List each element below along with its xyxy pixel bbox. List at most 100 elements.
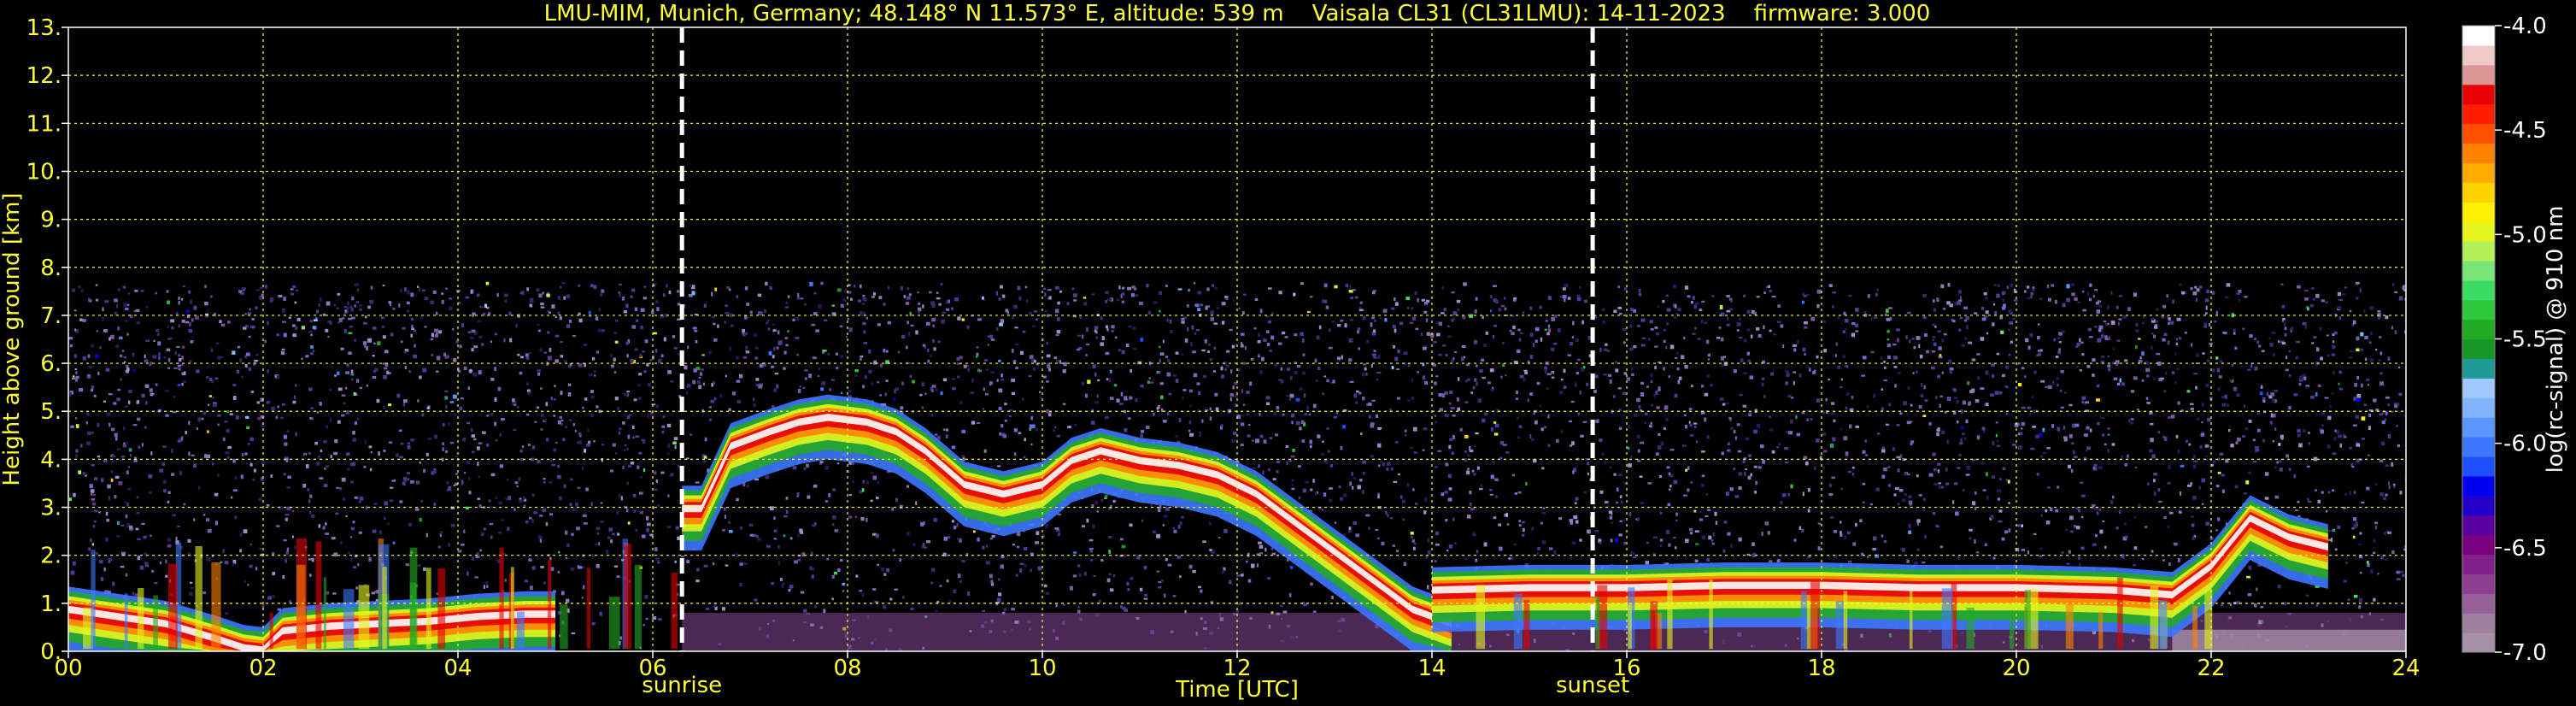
signal-speckle	[238, 290, 243, 293]
signal-speckle	[1163, 515, 1168, 518]
signal-speckle	[1949, 368, 1954, 371]
signal-speckle	[2272, 440, 2274, 443]
signal-speckle	[1676, 367, 1680, 371]
signal-speckle	[236, 415, 239, 420]
signal-speckle	[1922, 294, 1927, 298]
signal-speckle	[749, 310, 753, 315]
signal-speckle	[1924, 534, 1927, 539]
signal-speckle	[2057, 485, 2060, 489]
signal-speckle	[1464, 401, 1469, 403]
signal-speckle	[2321, 424, 2324, 427]
signal-speckle	[419, 517, 422, 522]
signal-speckle	[1288, 592, 1292, 597]
signal-speckle	[2098, 508, 2102, 511]
signal-speckle	[309, 320, 313, 322]
signal-speckle	[2391, 550, 2395, 555]
signal-speckle	[1743, 294, 1746, 297]
signal-speckle	[769, 285, 772, 290]
signal-speckle	[1938, 485, 1941, 489]
signal-speckle	[1705, 515, 1709, 517]
signal-speckle	[1085, 354, 1088, 356]
signal-speckle	[1804, 352, 1806, 356]
signal-speckle	[1140, 433, 1143, 438]
signal-speckle	[1569, 519, 1574, 523]
signal-speckle	[92, 502, 97, 506]
signal-speckle	[1502, 342, 1505, 344]
signal-speckle	[1524, 371, 1528, 375]
signal-speckle	[529, 303, 533, 308]
signal-speckle	[1628, 425, 1630, 429]
signal-speckle	[1461, 356, 1464, 362]
signal-speckle	[1648, 338, 1651, 341]
signal-speckle	[998, 578, 1000, 581]
signal-speckle	[877, 481, 880, 485]
signal-speckle	[724, 321, 727, 324]
signal-speckle	[2198, 285, 2203, 289]
signal-speckle	[1780, 324, 1784, 328]
signal-speckle	[1229, 392, 1234, 397]
signal-speckle	[1873, 536, 1877, 541]
signal-speckle	[106, 412, 111, 416]
signal-speckle	[854, 368, 859, 373]
signal-speckle	[630, 462, 635, 465]
signal-speckle	[2060, 369, 2064, 374]
signal-speckle	[392, 308, 396, 310]
signal-speckle	[2016, 524, 2021, 527]
signal-speckle	[382, 285, 385, 286]
signal-speckle	[1073, 299, 1077, 302]
signal-speckle	[2057, 337, 2061, 339]
signal-speckle	[118, 288, 120, 291]
signal-speckle	[2396, 570, 2400, 574]
signal-speckle	[1961, 427, 1964, 429]
signal-speckle	[1363, 472, 1365, 475]
signal-speckle	[1940, 284, 1945, 289]
signal-speckle	[549, 513, 554, 516]
signal-speckle	[1161, 580, 1164, 582]
signal-speckle	[291, 509, 295, 513]
signal-speckle	[335, 512, 339, 515]
signal-speckle	[1832, 437, 1836, 442]
signal-speckle	[1587, 462, 1590, 466]
signal-speckle	[1770, 372, 1774, 376]
signal-speckle	[309, 494, 313, 498]
signal-speckle	[1323, 375, 1327, 378]
signal-speckle	[545, 521, 549, 527]
signal-speckle	[1547, 444, 1551, 447]
signal-speckle	[334, 374, 337, 377]
signal-speckle	[935, 610, 938, 613]
signal-speckle	[1890, 317, 1892, 321]
signal-speckle	[1046, 341, 1048, 345]
signal-speckle	[1762, 459, 1765, 464]
signal-speckle	[1832, 305, 1834, 309]
signal-speckle	[754, 356, 759, 360]
signal-speckle	[2162, 305, 2167, 309]
signal-speckle	[2374, 483, 2378, 486]
signal-speckle	[578, 284, 581, 287]
signal-speckle	[2215, 356, 2219, 360]
signal-speckle	[2074, 525, 2076, 528]
signal-speckle	[316, 309, 319, 314]
signal-speckle	[461, 397, 464, 400]
signal-speckle	[305, 355, 309, 358]
signal-speckle	[923, 546, 928, 549]
signal-speckle	[1928, 473, 1933, 477]
signal-speckle	[222, 437, 226, 441]
signal-speckle	[310, 345, 314, 349]
signal-speckle	[474, 576, 478, 579]
signal-speckle	[295, 432, 297, 437]
signal-speckle	[477, 497, 480, 500]
signal-speckle	[1822, 466, 1825, 469]
signal-speckle	[463, 366, 467, 371]
signal-speckle	[337, 292, 341, 296]
signal-speckle	[1957, 556, 1960, 560]
signal-speckle	[1291, 479, 1294, 482]
signal-speckle	[2008, 353, 2011, 356]
signal-speckle	[2356, 443, 2361, 447]
signal-speckle	[316, 411, 319, 414]
signal-speckle	[1564, 284, 1569, 288]
signal-speckle	[2296, 340, 2300, 344]
signal-speckle	[519, 291, 524, 295]
signal-speckle	[1179, 521, 1182, 526]
signal-speckle	[1802, 292, 1804, 297]
signal-speckle	[1932, 338, 1934, 342]
